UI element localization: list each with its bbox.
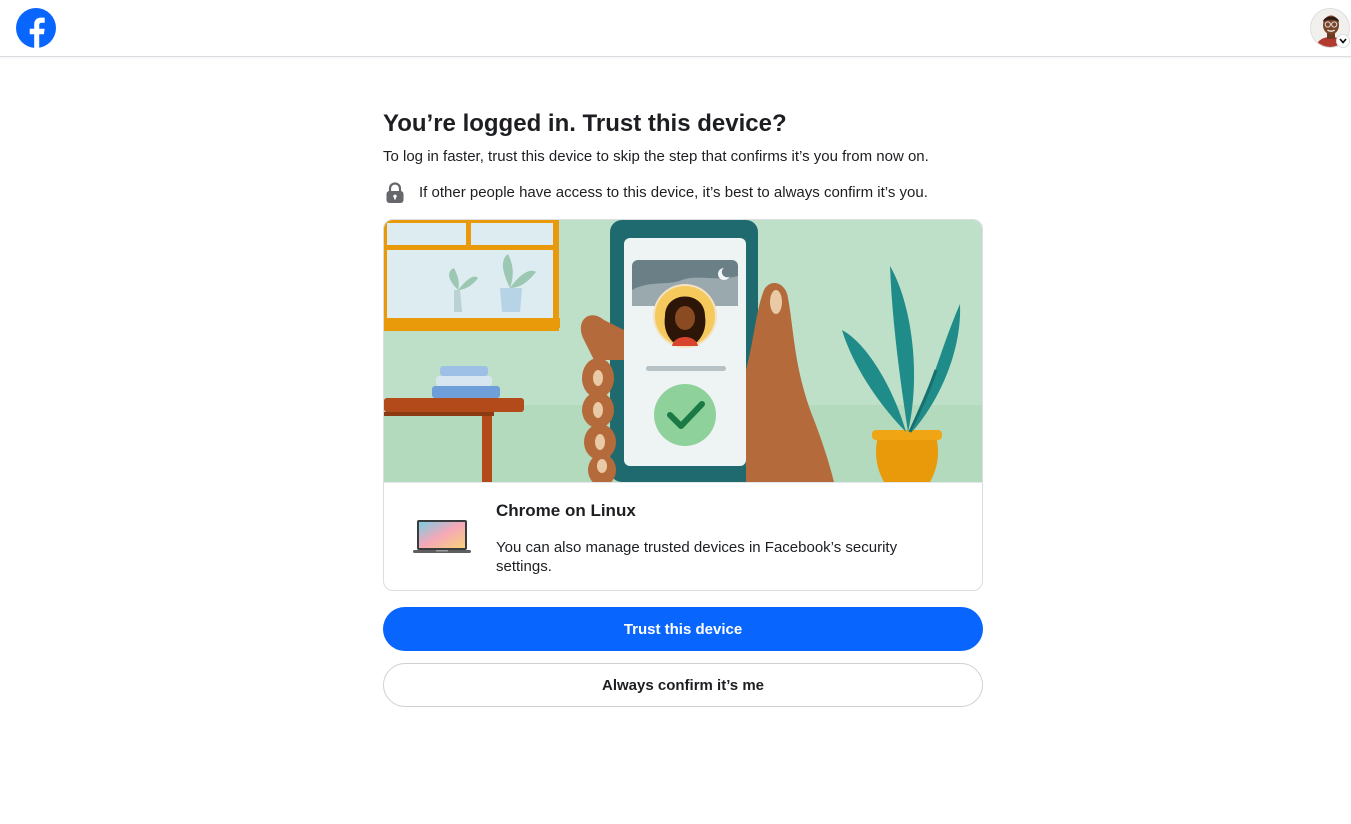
trust-device-panel: You’re logged in. Trust this device? To … — [383, 108, 983, 707]
facebook-logo-icon[interactable] — [16, 8, 56, 48]
page-title: You’re logged in. Trust this device? — [383, 110, 787, 137]
always-confirm-button[interactable]: Always confirm it’s me — [383, 663, 983, 707]
account-menu-button[interactable] — [1310, 8, 1350, 48]
device-card: Chrome on Linux You can also manage trus… — [383, 219, 983, 591]
top-navigation-bar — [0, 0, 1351, 57]
security-notice: If other people have access to this devi… — [383, 181, 983, 205]
chevron-down-icon — [1336, 34, 1350, 48]
device-info-row: Chrome on Linux You can also manage trus… — [384, 482, 982, 590]
laptop-icon — [413, 520, 471, 553]
page-subtitle: To log in faster, trust this device to s… — [383, 148, 929, 165]
device-description: You can also manage trusted devices in F… — [496, 539, 898, 575]
trust-device-button[interactable]: Trust this device — [383, 607, 983, 651]
trust-device-illustration — [384, 220, 982, 482]
security-notice-text: If other people have access to this devi… — [419, 184, 928, 201]
device-name: Chrome on Linux — [496, 501, 636, 520]
lock-icon — [386, 182, 404, 203]
